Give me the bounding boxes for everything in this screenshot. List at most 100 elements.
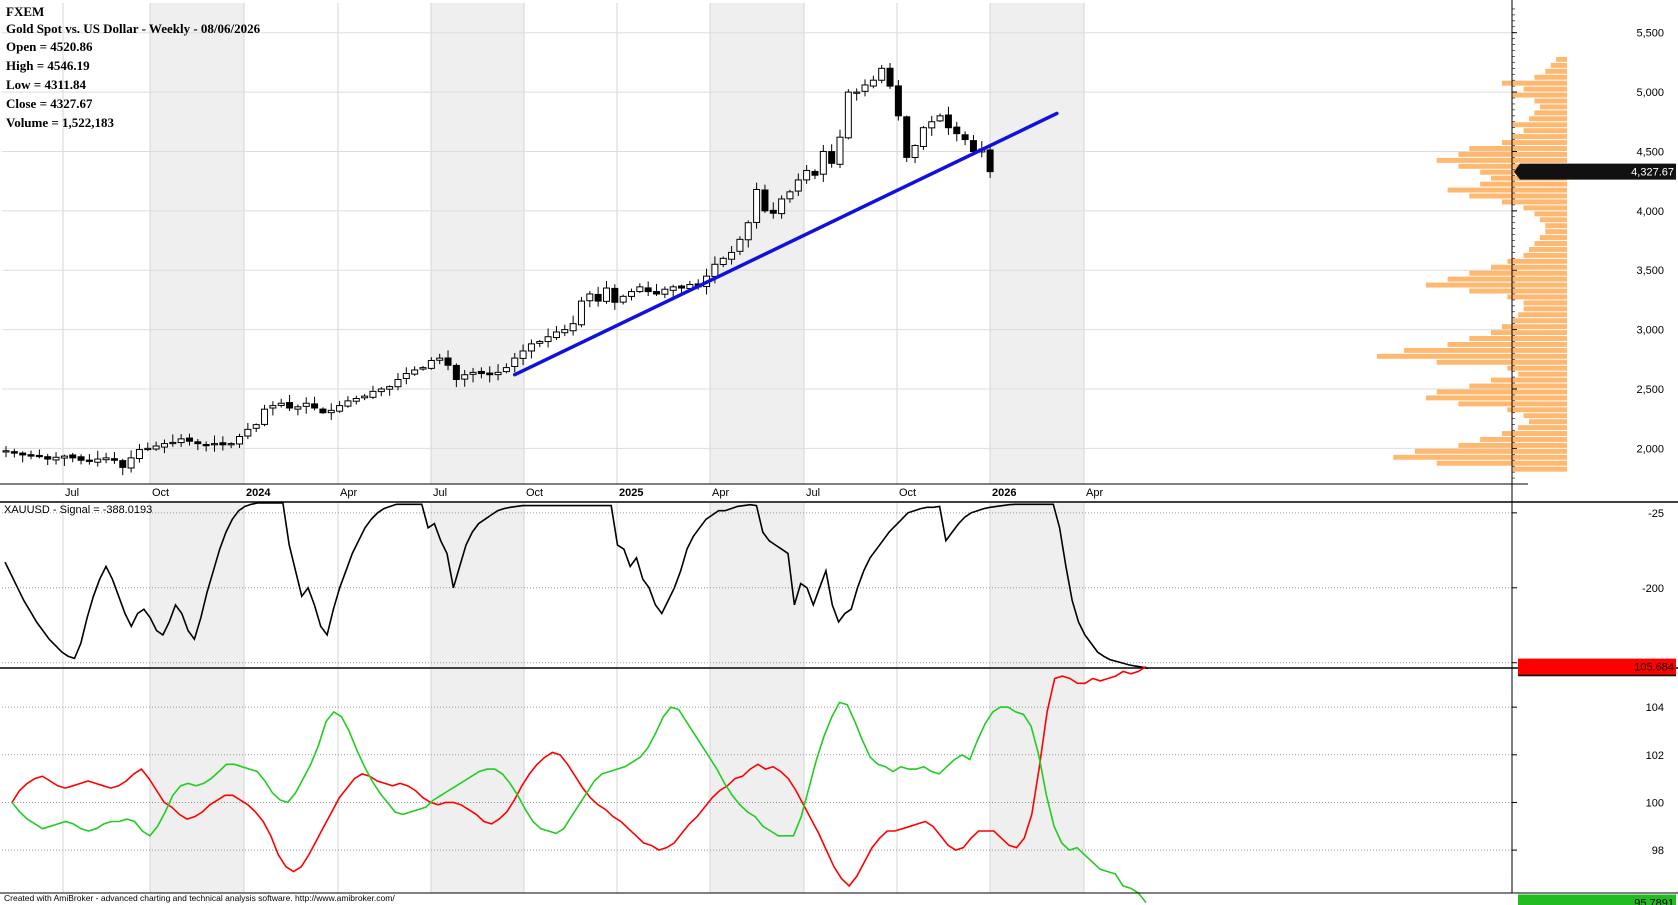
volume-readout: Volume = 1,522,183 (6, 115, 115, 130)
candle-body (369, 390, 377, 398)
volume-profile-bar (1491, 377, 1567, 383)
volume-profile-bar (1377, 353, 1567, 359)
candle-body (669, 286, 677, 291)
candle-body (919, 127, 927, 147)
volume-profile-bar (1480, 436, 1567, 442)
volume-profile-bar (1425, 395, 1567, 401)
candle-body (135, 449, 143, 459)
candle-body (411, 369, 419, 375)
volume-profile-bar (1539, 217, 1567, 223)
chart-title: Gold Spot vs. US Dollar - Weekly - 08/06… (6, 21, 261, 36)
volume-profile-bar (1523, 252, 1567, 258)
candle-body (894, 85, 902, 117)
candle-body (736, 238, 744, 252)
credit-footer: Created with AmiBroker - advanced charti… (4, 893, 395, 903)
candle-body (719, 257, 727, 265)
index-axis-label: 98 (1652, 845, 1664, 857)
volume-profile-bar (1550, 62, 1567, 68)
candle-body (252, 424, 260, 429)
candle-body (953, 126, 961, 135)
volume-profile-bar (1518, 312, 1567, 318)
candle-body (594, 293, 602, 302)
close-readout: Close = 4327.67 (6, 96, 93, 111)
signal-axis-label: -25 (1648, 508, 1664, 520)
volume-profile-bar (1393, 454, 1567, 460)
volume-profile-bar (1523, 306, 1567, 312)
candle-body (753, 188, 761, 223)
volume-profile-bar (1425, 282, 1567, 288)
shade-band-signal (150, 503, 244, 667)
x-axis-label: 2024 (246, 487, 271, 499)
candle-body (769, 209, 777, 214)
candle-body (144, 447, 152, 451)
candle-body (828, 151, 836, 164)
volume-profile-bar (1523, 300, 1567, 306)
signal-axis-label: -200 (1642, 583, 1664, 595)
candle-body (611, 287, 619, 303)
candle-body (236, 435, 244, 445)
candle-body (569, 323, 577, 332)
candle-body (811, 170, 819, 176)
volume-profile-bar (1507, 258, 1567, 264)
volume-profile-bar (1415, 448, 1567, 454)
candle-body (486, 372, 494, 376)
candle-body (327, 409, 335, 414)
candle-body (461, 374, 469, 380)
candle-body (803, 169, 811, 181)
volume-profile-bar (1404, 347, 1567, 353)
low-readout: Low = 4311.84 (6, 77, 86, 92)
x-axis-label: 2026 (992, 487, 1016, 499)
candle-body (361, 395, 369, 399)
candle-body (728, 251, 736, 260)
price-axis-label: 5,000 (1636, 87, 1664, 99)
candle-body (227, 443, 235, 446)
chart-svg: 2,000 2,500 3,000 3,500 4,000 4,500 5,000 5,500… (0, 0, 1678, 905)
candle-body (552, 331, 560, 339)
volume-profile-bar (1529, 246, 1567, 252)
price-axis-label: 4,500 (1636, 146, 1664, 158)
open-readout: Open = 4520.86 (6, 39, 93, 54)
volume-profile-bar (1458, 151, 1567, 157)
candle-body (377, 388, 385, 393)
volume-profile-bar (1534, 241, 1567, 246)
shade-band-price (990, 3, 1084, 484)
volume-profile-bar (1523, 86, 1567, 92)
candle-body (477, 370, 485, 375)
candle-body (986, 149, 994, 173)
volume-profile-bar (1523, 205, 1567, 211)
candle-body (444, 357, 452, 366)
volume-profile-bar (1507, 365, 1567, 371)
candle-body (886, 67, 894, 87)
candle-body (577, 300, 585, 326)
volume-profile-bar (1507, 294, 1567, 300)
candle-body (836, 136, 844, 165)
x-axis-label: Jul (433, 487, 447, 499)
candle-body (10, 451, 18, 454)
x-axis-label: Oct (152, 487, 169, 499)
x-axis-label: 2025 (619, 487, 643, 499)
candle-body (94, 458, 102, 463)
candle-body (794, 179, 802, 192)
volume-profile-bar (1458, 442, 1567, 448)
candle-body (386, 386, 394, 390)
candle-body (19, 452, 27, 456)
volume-profile-bar (1469, 288, 1567, 294)
candle-body (853, 91, 861, 94)
candle-body (419, 367, 427, 370)
volume-profile-bar (1518, 371, 1567, 377)
volume-profile-bar (1556, 56, 1567, 62)
candle-body (152, 445, 160, 450)
candle-body (561, 329, 569, 334)
candle-body (311, 403, 319, 409)
index-last-value-label: 95.7891 (1634, 898, 1674, 905)
candle-body (527, 343, 535, 352)
volume-profile-bar (1545, 223, 1567, 229)
volume-profile-bar (1512, 92, 1567, 98)
volume-profile-bar (1529, 116, 1567, 122)
candle-body (969, 140, 977, 152)
shade-band-signal (431, 503, 524, 667)
candle-body (319, 408, 327, 414)
volume-profile-bar (1545, 229, 1567, 235)
candle-body (761, 189, 769, 212)
candle-body (169, 441, 177, 445)
